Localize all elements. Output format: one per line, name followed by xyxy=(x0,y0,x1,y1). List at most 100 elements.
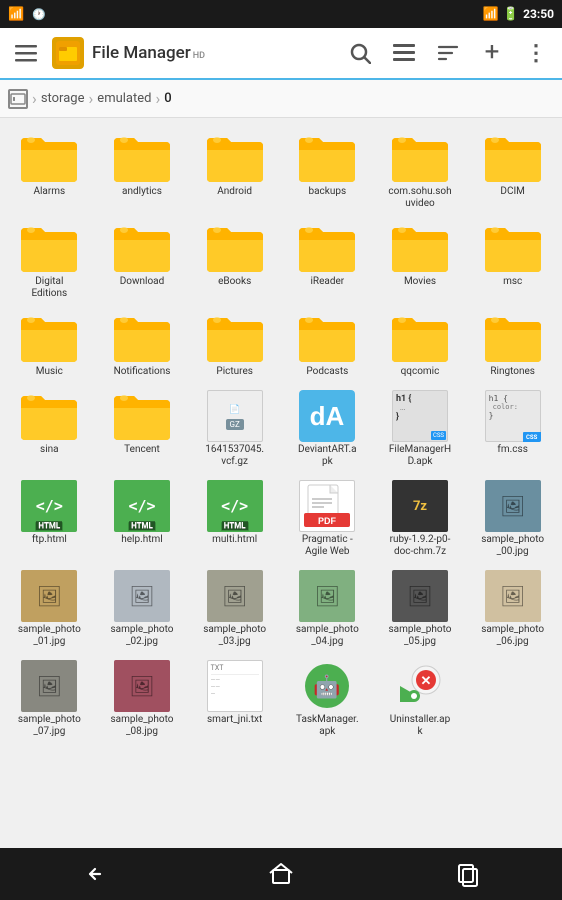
list-item[interactable]: Notifications xyxy=(97,308,188,382)
list-item[interactable]: com.sohu.sohuvideo xyxy=(375,128,466,214)
list-item[interactable]: qqcomic xyxy=(375,308,466,382)
list-item[interactable]: 7z ruby-1.9.2-p0-doc-chm.7z xyxy=(375,476,466,562)
view-toggle-button[interactable] xyxy=(386,35,422,71)
file-label: sample_photo_04.jpg xyxy=(296,624,359,648)
list-item[interactable]: sina xyxy=(4,386,95,472)
file-label: TaskManager.apk xyxy=(296,714,359,738)
file-label: Uninstaller.apk xyxy=(390,714,450,738)
file-label: sample_photo_03.jpg xyxy=(203,624,266,648)
list-item[interactable]: </> HTML ftp.html xyxy=(4,476,95,562)
list-item[interactable]: dA DeviantART.apk xyxy=(282,386,373,472)
file-label: sample_photo_01.jpg xyxy=(18,624,81,648)
7z-file-icon: 7z xyxy=(392,480,448,532)
folder-icon xyxy=(19,132,79,184)
list-item[interactable]: DCIM xyxy=(467,128,558,214)
file-label: Podcasts xyxy=(306,366,348,378)
list-item[interactable]: 🖼 sample_photo_03.jpg xyxy=(189,566,280,652)
list-item[interactable]: PDF Pragmatic -Agile Web xyxy=(282,476,373,562)
svg-text:🤖: 🤖 xyxy=(314,674,341,700)
pdf-file-icon: PDF xyxy=(299,480,355,532)
list-item[interactable]: Download xyxy=(97,218,188,304)
app-icon xyxy=(52,37,84,69)
list-item[interactable]: 🖼 sample_photo_01.jpg xyxy=(4,566,95,652)
folder-icon xyxy=(19,222,79,274)
sort-button[interactable] xyxy=(430,35,466,71)
signal-icon: 📶 xyxy=(8,7,24,22)
file-label: com.sohu.sohuvideo xyxy=(388,186,451,210)
list-item[interactable]: 🖼 sample_photo_05.jpg xyxy=(375,566,466,652)
list-item[interactable]: </> HTML multi.html xyxy=(189,476,280,562)
toolbar: File ManagerHD + ⋮ xyxy=(0,28,562,80)
list-item[interactable]: h1 { ... } CSS FileManagerHD.apk xyxy=(375,386,466,472)
photo-thumbnail: 🖼 xyxy=(485,480,541,532)
breadcrumb-sep3: › xyxy=(155,89,160,108)
list-item[interactable]: 🤖 TaskManager.apk xyxy=(282,656,373,742)
list-item[interactable]: Tencent xyxy=(97,386,188,472)
back-button[interactable] xyxy=(70,856,118,892)
menu-button[interactable] xyxy=(8,35,44,71)
file-label: sample_photo_00.jpg xyxy=(481,534,544,558)
list-item[interactable]: eBooks xyxy=(189,218,280,304)
breadcrumb: › storage › emulated › 0 xyxy=(0,80,562,118)
folder-icon xyxy=(19,312,79,364)
file-label: ruby-1.9.2-p0-doc-chm.7z xyxy=(390,534,451,558)
uninstaller-icon: ✕ xyxy=(392,660,448,712)
file-label: qqcomic xyxy=(401,366,440,378)
list-item[interactable]: andlytics xyxy=(97,128,188,214)
txt-file-icon: TXT —— —— — xyxy=(207,660,263,712)
list-item[interactable]: iReader xyxy=(282,218,373,304)
list-item[interactable]: DigitalEditions xyxy=(4,218,95,304)
file-label: backups xyxy=(308,186,346,198)
status-bar: 📶 🕐 📶 🔋 23:50 xyxy=(0,0,562,28)
list-item[interactable]: 🖼 sample_photo_00.jpg xyxy=(467,476,558,562)
list-item[interactable]: 🖼 sample_photo_06.jpg xyxy=(467,566,558,652)
recent-button[interactable] xyxy=(444,856,492,892)
gz-file-icon: 📄 GZ xyxy=(207,390,263,442)
html-file-icon: </> HTML xyxy=(114,480,170,532)
photo-thumbnail: 🖼 xyxy=(114,660,170,712)
file-label: Alarms xyxy=(33,186,65,198)
file-label: Android xyxy=(217,186,252,198)
breadcrumb-emulated[interactable]: emulated xyxy=(97,91,151,106)
folder-icon xyxy=(205,132,265,184)
list-item[interactable]: Alarms xyxy=(4,128,95,214)
list-item[interactable]: </> HTML help.html xyxy=(97,476,188,562)
task-manager-icon: 🤖 xyxy=(299,660,355,712)
list-item[interactable]: Podcasts xyxy=(282,308,373,382)
list-item[interactable]: Android xyxy=(189,128,280,214)
file-label: Movies xyxy=(404,276,436,288)
file-label: DCIM xyxy=(500,186,525,198)
breadcrumb-current[interactable]: 0 xyxy=(164,91,171,106)
bottom-nav xyxy=(0,848,562,900)
list-item[interactable]: Music xyxy=(4,308,95,382)
list-item[interactable]: 📄 GZ 1641537045.vcf.gz xyxy=(189,386,280,472)
file-label: Notifications xyxy=(114,366,171,378)
folder-icon xyxy=(390,222,450,274)
list-item[interactable]: Pictures xyxy=(189,308,280,382)
list-item[interactable]: msc xyxy=(467,218,558,304)
folder-icon xyxy=(297,222,357,274)
photo-thumbnail: 🖼 xyxy=(485,570,541,622)
list-item[interactable]: Movies xyxy=(375,218,466,304)
list-item[interactable]: 🖼 sample_photo_04.jpg xyxy=(282,566,373,652)
breadcrumb-storage[interactable]: storage xyxy=(41,91,85,106)
list-item[interactable]: 🖼 sample_photo_02.jpg xyxy=(97,566,188,652)
file-label: Music xyxy=(36,366,63,378)
search-button[interactable] xyxy=(342,35,378,71)
list-item[interactable]: backups xyxy=(282,128,373,214)
folder-icon xyxy=(483,222,543,274)
list-item[interactable]: 🖼 sample_photo_07.jpg xyxy=(4,656,95,742)
home-button[interactable] xyxy=(257,856,305,892)
list-item[interactable]: h1 { color: } CSS fm.css xyxy=(467,386,558,472)
file-label: help.html xyxy=(121,534,162,546)
more-button[interactable]: ⋮ xyxy=(518,35,554,71)
list-item[interactable]: Ringtones xyxy=(467,308,558,382)
add-button[interactable]: + xyxy=(474,34,510,70)
photo-thumbnail: 🖼 xyxy=(299,570,355,622)
file-label: multi.html xyxy=(212,534,257,546)
file-label: msc xyxy=(503,276,522,288)
list-item[interactable]: ✕ Uninstaller.apk xyxy=(375,656,466,742)
list-item[interactable]: 🖼 sample_photo_08.jpg xyxy=(97,656,188,742)
list-item[interactable]: TXT —— —— — smart_jni.txt xyxy=(189,656,280,742)
file-label: fm.css xyxy=(497,444,527,456)
